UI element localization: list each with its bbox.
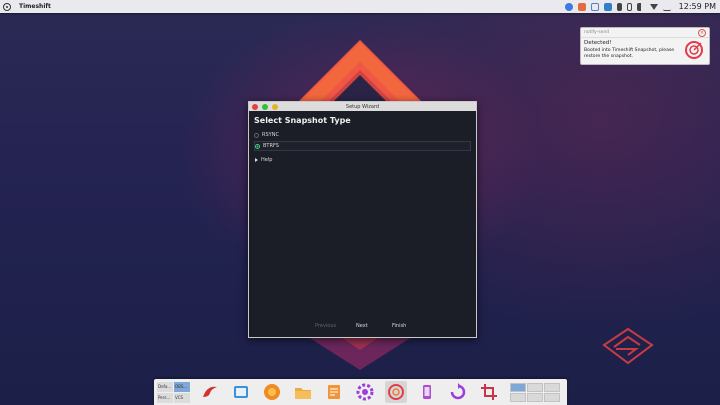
pager-cell[interactable] [510,392,526,402]
close-icon[interactable]: × [698,28,706,37]
option-btrfs[interactable]: BTRFS [254,141,471,151]
workspace-pager[interactable] [510,382,560,402]
setup-wizard-window: Setup Wizard Select Snapshot Type RSYNC … [248,101,477,338]
expand-arrow-icon [255,158,258,162]
radio-icon[interactable] [254,132,259,138]
phone-icon[interactable] [416,381,438,403]
battery-icon[interactable] [626,2,632,11]
option-label: RSYNC [262,132,279,138]
finish-button[interactable]: Finish [392,323,406,329]
system-tray: 12:59 PM [564,0,716,13]
crop-icon[interactable] [478,381,500,403]
radio-checked-icon[interactable] [255,143,260,149]
option-label: BTRFS [263,143,279,149]
help-label: Help [261,157,273,163]
refresh-icon[interactable] [447,381,469,403]
pager-cell[interactable] [544,382,560,392]
previous-button[interactable]: Previous [315,323,336,329]
notification-body: Booted into Timeshift Snapshot, please r… [584,48,675,59]
window-title: Setup Wizard [345,103,380,110]
window-titlebar[interactable]: Setup Wizard [249,102,476,111]
notification-title: Detected! [584,40,612,46]
workspace-item[interactable]: Defa... [157,381,173,392]
vscode-icon[interactable] [603,2,612,11]
bluetooth-icon[interactable] [616,2,622,11]
notification-source: notify-send [584,30,610,35]
top-panel: Timeshift 12:59 PM [0,0,720,13]
help-expander[interactable]: Help [255,157,272,163]
active-app-name: Timeshift [19,3,51,10]
dropdown-icon[interactable] [662,2,671,11]
next-button[interactable]: Next [356,323,368,329]
notification-popup[interactable]: notify-send × Detected! Booted into Time… [580,27,710,65]
settings-icon[interactable] [354,381,376,403]
workspace-item[interactable]: VCS [174,392,190,403]
pager-cell[interactable] [527,392,543,402]
pager-cell[interactable] [527,382,543,392]
watermark-logo-icon [602,327,654,365]
pager-cell[interactable] [510,382,526,392]
workspace-switcher[interactable]: Defa... OBS... Pers... VCS [157,381,190,403]
image-viewer-icon[interactable] [230,381,252,403]
info-icon[interactable] [564,2,573,11]
volume-icon[interactable] [636,2,645,11]
option-rsync[interactable]: RSYNC [254,131,469,139]
browser-icon[interactable] [199,381,221,403]
firefox-icon[interactable] [261,381,283,403]
pager-cell[interactable] [544,392,560,402]
workspace-item[interactable]: Pers... [157,392,173,403]
timeshift-icon [685,41,703,59]
image-icon[interactable] [590,2,599,11]
clock[interactable]: 12:59 PM [679,2,716,11]
page-title: Select Snapshot Type [254,116,351,125]
wizard-footer: Previous Next Finish [249,323,476,331]
timeshift-icon[interactable] [385,381,407,403]
workspace-item[interactable]: OBS... [174,381,190,392]
puzzle-icon[interactable] [577,2,586,11]
files-icon[interactable] [292,381,314,403]
text-editor-icon[interactable] [323,381,345,403]
app-menu-icon[interactable] [3,2,11,11]
wifi-icon[interactable] [649,3,658,10]
dock: Defa... OBS... Pers... VCS [154,379,567,405]
